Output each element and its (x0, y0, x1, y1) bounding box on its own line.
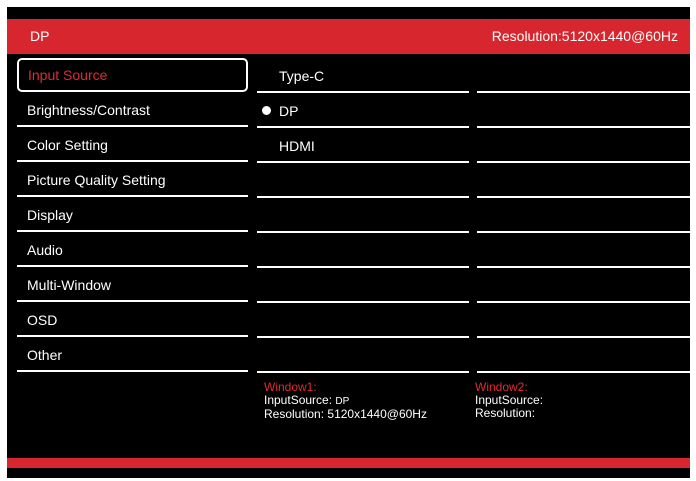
menu-item-display[interactable]: Display (17, 198, 248, 232)
current-resolution: Resolution:5120x1440@60Hz (491, 28, 678, 44)
window1-info: Window1: InputSource: DP Resolution: 512… (264, 381, 427, 421)
menu-item-label: Brightness/Contrast (27, 102, 150, 118)
menu-item-label: Other (27, 347, 63, 363)
menu-item-label: Multi-Window (27, 277, 112, 293)
empty-row (477, 198, 690, 233)
empty-row (257, 338, 469, 373)
option-label: DP (279, 103, 299, 119)
menu-item-label: Input Source (28, 67, 108, 83)
window1-input-row: InputSource: DP (264, 394, 427, 408)
menu-item-brightness-contrast[interactable]: Brightness/Contrast (17, 93, 248, 127)
divider (17, 230, 248, 232)
divider (17, 335, 248, 337)
resolution-label: Resolution: (264, 407, 325, 421)
window2-info: Window2: InputSource: Resolution: (475, 381, 543, 420)
option-dp[interactable]: DP (257, 93, 469, 128)
empty-row (477, 268, 690, 303)
menu-item-label: Picture Quality Setting (27, 172, 166, 188)
menu-item-label: Audio (27, 242, 63, 258)
empty-row (257, 163, 469, 198)
empty-row (477, 58, 690, 93)
divider (17, 125, 248, 127)
empty-row (477, 338, 690, 373)
option-type-c[interactable]: Type-C (257, 58, 469, 93)
menu-item-audio[interactable]: Audio (17, 233, 248, 267)
osd-menu: DP Resolution:5120x1440@60Hz Input Sourc… (7, 7, 690, 478)
menu-item-label: OSD (27, 312, 58, 328)
top-rule (7, 7, 690, 9)
empty-row (257, 268, 469, 303)
divider (257, 371, 469, 373)
menu-item-other[interactable]: Other (17, 338, 248, 372)
empty-row (477, 303, 690, 338)
current-source: DP (30, 28, 50, 44)
empty-row (257, 303, 469, 338)
resolution-value: 5120x1440@60Hz (327, 407, 427, 421)
option-label: HDMI (279, 138, 315, 154)
divider (17, 370, 248, 372)
window1-resolution-row: Resolution: 5120x1440@60Hz (264, 408, 427, 421)
empty-row (257, 233, 469, 268)
window2-resolution-label: Resolution: (475, 406, 536, 420)
menu-item-color-setting[interactable]: Color Setting (17, 128, 248, 162)
option-label: Type-C (279, 68, 325, 84)
menu-item-label: Display (27, 207, 73, 223)
footer-bar (7, 458, 690, 468)
divider (17, 265, 248, 267)
osd-header: DP Resolution:5120x1440@60Hz (7, 19, 690, 54)
divider (17, 300, 248, 302)
input-value: DP (335, 396, 350, 407)
empty-row (477, 233, 690, 268)
menu-item-picture-quality[interactable]: Picture Quality Setting (17, 163, 248, 197)
selected-indicator-icon (262, 106, 271, 115)
divider (477, 371, 690, 373)
menu-item-input-source[interactable]: Input Source (17, 58, 248, 92)
option-hdmi[interactable]: HDMI (257, 128, 469, 163)
divider (17, 160, 248, 162)
menu-item-multi-window[interactable]: Multi-Window (17, 268, 248, 302)
empty-row (477, 163, 690, 198)
bottom-rule (7, 476, 690, 478)
menu-item-label: Color Setting (27, 137, 108, 153)
input-label: InputSource: (264, 393, 333, 407)
empty-row (477, 93, 690, 128)
divider (17, 195, 248, 197)
menu-item-osd[interactable]: OSD (17, 303, 248, 337)
empty-row (477, 128, 690, 163)
empty-row (257, 198, 469, 233)
